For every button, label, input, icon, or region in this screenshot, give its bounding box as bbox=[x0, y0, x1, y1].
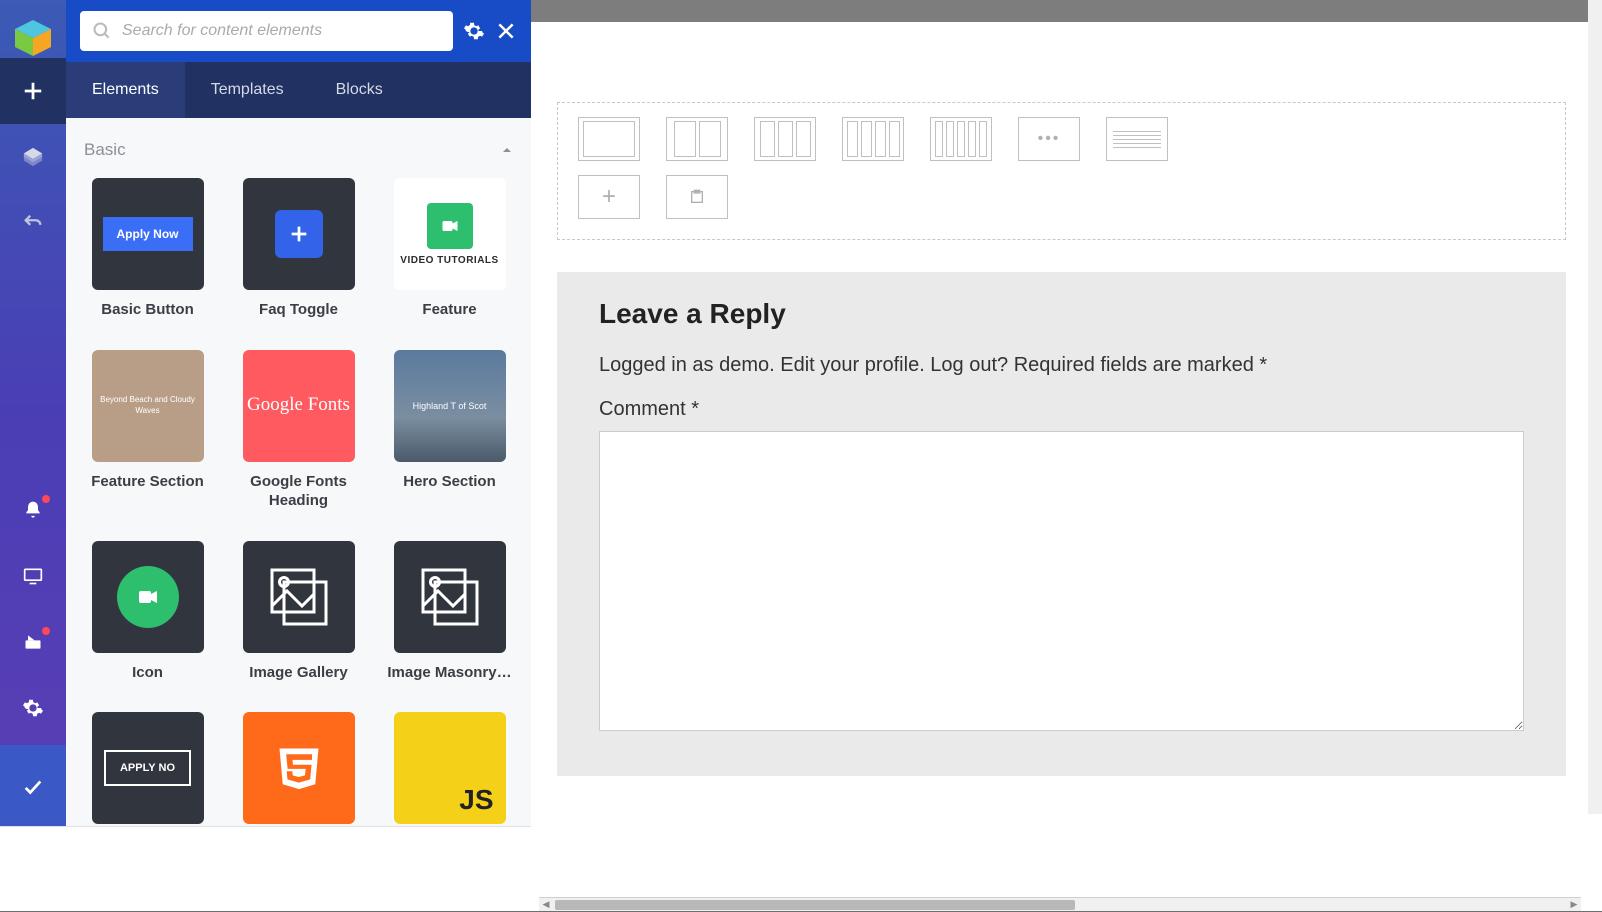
layout-template[interactable] bbox=[666, 175, 728, 219]
panel-tabs: Elements Templates Blocks bbox=[66, 62, 531, 118]
layout-1col[interactable] bbox=[578, 117, 640, 161]
element-feature[interactable]: VIDEO TUTORIALS Feature bbox=[386, 178, 513, 320]
tab-templates[interactable]: Templates bbox=[185, 62, 310, 118]
scroll-right-icon[interactable]: ▶ bbox=[1567, 898, 1581, 912]
search-icon bbox=[92, 21, 112, 41]
search-input[interactable] bbox=[122, 22, 441, 40]
template-icon bbox=[689, 189, 705, 205]
layout-text[interactable] bbox=[1106, 117, 1168, 161]
reply-section: Leave a Reply Logged in as demo. Edit yo… bbox=[557, 272, 1566, 776]
html5-icon bbox=[273, 742, 325, 794]
canvas-area: ••• + Leave a Reply Logged in as demo. E… bbox=[531, 0, 1602, 828]
element-google-fonts[interactable]: Google Fonts Google Fonts Heading bbox=[235, 350, 362, 511]
reply-intro: Logged in as demo. Edit your profile. Lo… bbox=[599, 350, 1524, 380]
element-button-outline[interactable]: APPLY NO bbox=[84, 712, 211, 824]
section-basic-head[interactable]: Basic bbox=[84, 132, 513, 168]
app-logo bbox=[13, 18, 53, 58]
left-rail bbox=[0, 0, 66, 828]
chevron-up-icon bbox=[501, 144, 513, 156]
layout-4col[interactable] bbox=[842, 117, 904, 161]
panel-settings-icon[interactable] bbox=[463, 20, 485, 42]
scroll-left-icon[interactable]: ◀ bbox=[539, 898, 553, 912]
image-masonry-icon bbox=[414, 561, 486, 633]
elements-panel: Elements Templates Blocks Basic Apply No… bbox=[66, 0, 531, 828]
element-js[interactable]: JS bbox=[386, 712, 513, 824]
element-icon[interactable]: Icon bbox=[84, 541, 211, 683]
element-faq-toggle[interactable]: Faq Toggle bbox=[235, 178, 362, 320]
rail-undo[interactable] bbox=[0, 190, 66, 256]
element-image-gallery[interactable]: Image Gallery bbox=[235, 541, 362, 683]
section-basic-label: Basic bbox=[84, 140, 126, 160]
rail-layers[interactable] bbox=[0, 124, 66, 190]
layout-more[interactable]: ••• bbox=[1018, 117, 1080, 161]
video-icon bbox=[440, 216, 460, 236]
layout-add[interactable]: + bbox=[578, 175, 640, 219]
layout-2col[interactable] bbox=[666, 117, 728, 161]
element-feature-section[interactable]: Beyond Beach and Cloudy Waves Feature Se… bbox=[84, 350, 211, 511]
search-field[interactable] bbox=[80, 11, 453, 51]
scrollbar-horizontal[interactable]: ◀ ▶ bbox=[539, 897, 1581, 911]
comment-textarea[interactable] bbox=[599, 431, 1524, 731]
layout-5col[interactable] bbox=[930, 117, 992, 161]
reply-title: Leave a Reply bbox=[599, 298, 1524, 330]
rail-preview[interactable] bbox=[0, 609, 66, 675]
tab-elements[interactable]: Elements bbox=[66, 62, 185, 118]
scrollbar-vertical[interactable] bbox=[1588, 0, 1602, 814]
close-icon[interactable] bbox=[495, 20, 517, 42]
plus-icon bbox=[288, 223, 310, 245]
layout-picker: ••• + bbox=[557, 102, 1566, 240]
comment-label: Comment * bbox=[599, 398, 1524, 421]
element-image-masonry[interactable]: Image Masonry… bbox=[386, 541, 513, 683]
element-hero-section[interactable]: Highland T of Scot Hero Section bbox=[386, 350, 513, 511]
rail-publish[interactable] bbox=[0, 745, 66, 828]
layout-3col[interactable] bbox=[754, 117, 816, 161]
element-html5[interactable] bbox=[235, 712, 362, 824]
rail-add[interactable] bbox=[0, 58, 66, 124]
tab-blocks[interactable]: Blocks bbox=[310, 62, 409, 118]
image-gallery-icon bbox=[263, 561, 335, 633]
rail-notifications[interactable] bbox=[0, 477, 66, 543]
js-icon: JS bbox=[459, 784, 493, 816]
element-basic-button[interactable]: Apply Now Basic Button bbox=[84, 178, 211, 320]
video-icon bbox=[136, 585, 160, 609]
rail-settings[interactable] bbox=[0, 675, 66, 741]
rail-desktop[interactable] bbox=[0, 543, 66, 609]
